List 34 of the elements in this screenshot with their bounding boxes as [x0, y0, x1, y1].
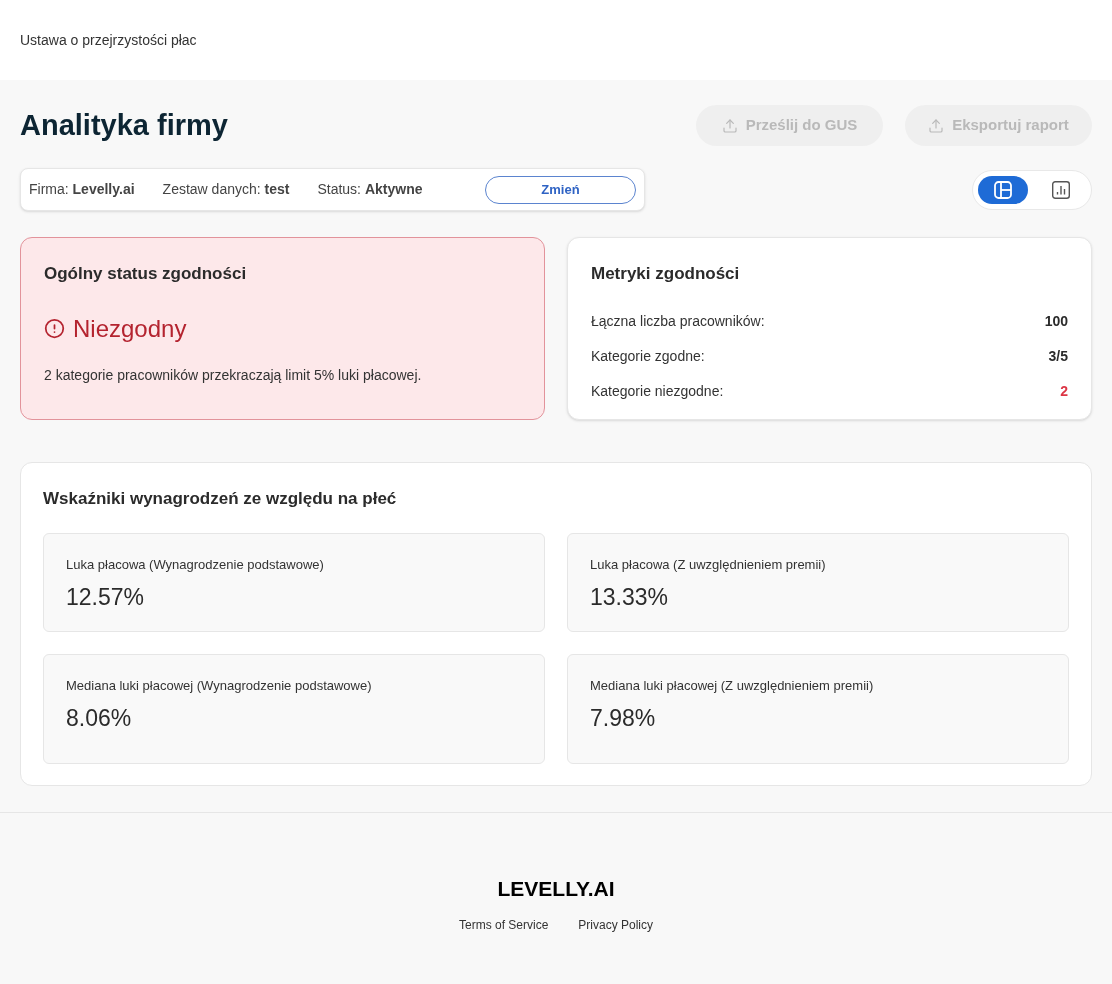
- bar-chart-icon: [1052, 180, 1070, 199]
- indicator-value: 8.06%: [66, 704, 133, 733]
- app-title: Ustawa o przejrzystości płac: [20, 30, 197, 50]
- metric-label: Łączna liczba pracowników:: [591, 311, 765, 331]
- upload-icon: [721, 117, 738, 134]
- metric-value: 2: [1060, 381, 1068, 401]
- info-text: Firma: Levelly.ai: [29, 180, 135, 199]
- metric-value: 3/5: [1048, 346, 1068, 366]
- indicator-value: 7.98%: [590, 704, 657, 733]
- section-title: Wskaźniki wynagrodzeń ze względu na płeć: [43, 488, 398, 510]
- change-button[interactable]: Zmień: [485, 175, 636, 204]
- upload-icon: [928, 117, 945, 134]
- status-label: Niezgodny: [73, 313, 187, 344]
- alert-icon: [44, 318, 65, 339]
- metric-label: Kategorie zgodne:: [591, 346, 705, 366]
- view-tab[interactable]: [978, 175, 1028, 204]
- card-title: Ogólny status zgodności: [44, 263, 248, 285]
- footer-link[interactable]: Terms of Service: [458, 916, 549, 934]
- indicator-label: Mediana luki płacowej (Wynagrodzenie podstawowe): [66, 676, 373, 695]
- indicator-value: 12.57%: [66, 583, 145, 612]
- footer-link[interactable]: Privacy Policy: [578, 916, 653, 934]
- info-text: Status: Aktywne: [317, 180, 423, 199]
- indicator-label: Luka płacowa (Wynagrodzenie podstawowe): [66, 555, 325, 574]
- page-title: Analityka firmy: [20, 111, 228, 140]
- card-title: Metryki zgodności: [591, 263, 741, 285]
- indicator-label: Luka płacowa (Z uwzględnieniem premii): [590, 555, 827, 574]
- info-text: Zestaw danych: test: [162, 180, 290, 199]
- footer-logo: LEVELLY.AI: [497, 875, 615, 902]
- metric-label: Kategorie niezgodne:: [591, 381, 724, 401]
- metric-value: 100: [1044, 311, 1068, 331]
- status-description: 2 kategorie pracowników przekraczają limit 5% luki płacowej.: [44, 365, 423, 385]
- indicator-value: 13.33%: [590, 583, 669, 612]
- indicator-label: Mediana luki płacowej (Z uwzględnieniem premii): [590, 676, 875, 695]
- layout-icon: [994, 180, 1012, 199]
